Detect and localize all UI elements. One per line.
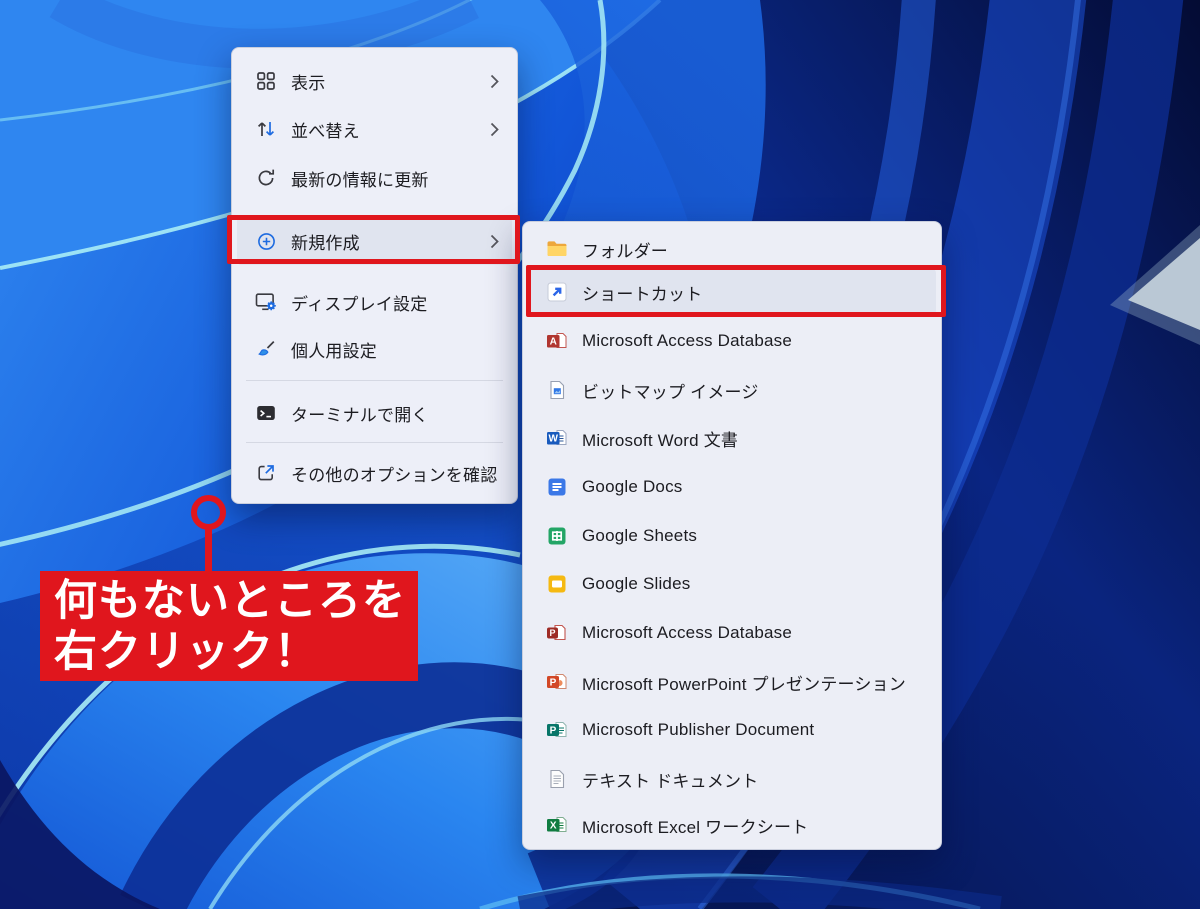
submenu-item-label: Microsoft Access Database <box>582 331 792 351</box>
menu-separator <box>246 442 503 443</box>
submenu-item-label: Google Sheets <box>582 526 697 546</box>
submenu-item-excel-worksheet[interactable]: X Microsoft Excel ワークシート <box>528 802 936 848</box>
svg-text:P: P <box>550 725 557 736</box>
menu-item-view[interactable]: 表示 <box>237 57 512 105</box>
submenu-item-google-slides[interactable]: Google Slides <box>528 561 936 607</box>
callout-pin-stem <box>205 528 212 573</box>
sort-icon <box>253 119 279 139</box>
bitmap-image-icon <box>544 380 570 400</box>
access-database-maroon-icon: P <box>544 623 570 643</box>
highlight-frame-shortcut <box>526 265 946 317</box>
submenu-item-label: Google Docs <box>582 477 682 497</box>
svg-text:X: X <box>550 821 557 832</box>
menu-item-label: 表示 <box>291 69 325 94</box>
menu-item-label: 最新の情報に更新 <box>291 166 429 191</box>
menu-item-personalize[interactable]: 個人用設定 <box>237 325 512 373</box>
submenu-item-powerpoint-presentation[interactable]: P Microsoft PowerPoint プレゼンテーション <box>528 659 936 705</box>
access-database-icon: A <box>544 331 570 351</box>
submenu-item-label: テキスト ドキュメント <box>582 767 758 792</box>
display-settings-icon <box>253 292 279 312</box>
submenu-item-label: フォルダー <box>582 237 668 262</box>
submenu-item-bitmap-image[interactable]: ビットマップ イメージ <box>528 367 936 413</box>
terminal-icon <box>253 403 279 423</box>
google-docs-icon <box>544 477 570 497</box>
highlight-frame-new <box>227 215 520 264</box>
powerpoint-icon: P <box>544 672 570 692</box>
callout-line2: 右クリック！ <box>54 627 418 678</box>
refresh-icon <box>253 168 279 188</box>
svg-text:P: P <box>550 677 557 688</box>
submenu-item-publisher-document[interactable]: P Microsoft Publisher Document <box>528 707 936 753</box>
svg-text:P: P <box>549 628 555 638</box>
callout-line1: 何もないところを <box>54 576 418 627</box>
chevron-right-icon <box>490 74 499 89</box>
submenu-item-label: Microsoft Publisher Document <box>582 720 814 740</box>
submenu-item-google-docs[interactable]: Google Docs <box>528 464 936 510</box>
menu-item-show-more-options[interactable]: その他のオプションを確認 <box>237 449 512 497</box>
svg-text:W: W <box>548 434 558 445</box>
desktop[interactable]: 表示 並べ替え 最新の情 <box>0 0 1200 909</box>
menu-item-open-terminal[interactable]: ターミナルで開く <box>237 389 512 437</box>
excel-icon: X <box>544 815 570 835</box>
callout-label: 何もないところを 右クリック！ <box>40 571 418 681</box>
menu-separator <box>246 380 503 381</box>
menu-item-label: 個人用設定 <box>291 337 377 362</box>
submenu-item-text-document[interactable]: テキスト ドキュメント <box>528 756 936 802</box>
grid-icon <box>253 71 279 91</box>
publisher-icon: P <box>544 720 570 740</box>
menu-item-label: ディスプレイ設定 <box>291 290 427 315</box>
desktop-context-menu: 表示 並べ替え 最新の情 <box>231 47 518 504</box>
svg-text:A: A <box>550 337 557 348</box>
show-more-options-icon <box>253 463 279 483</box>
personalize-icon <box>253 339 279 359</box>
text-document-icon <box>544 769 570 789</box>
menu-item-label: その他のオプションを確認 <box>291 461 497 486</box>
submenu-item-label: ビットマップ イメージ <box>582 378 759 403</box>
callout-pin-circle <box>191 495 226 530</box>
submenu-item-label: Microsoft Excel ワークシート <box>582 813 808 838</box>
google-sheets-icon <box>544 526 570 546</box>
submenu-item-access-database-2[interactable]: P Microsoft Access Database <box>528 610 936 656</box>
submenu-item-access-database[interactable]: A Microsoft Access Database <box>528 318 936 364</box>
menu-item-display-settings[interactable]: ディスプレイ設定 <box>237 278 512 326</box>
submenu-item-label: Microsoft Word 文書 <box>582 426 738 451</box>
chevron-right-icon <box>490 122 499 137</box>
submenu-item-label: Microsoft Access Database <box>582 623 792 643</box>
google-slides-icon <box>544 574 570 594</box>
submenu-item-label: Google Slides <box>582 574 690 594</box>
menu-item-label: 並べ替え <box>291 117 360 142</box>
submenu-item-label: Microsoft PowerPoint プレゼンテーション <box>582 670 906 695</box>
menu-item-sort[interactable]: 並べ替え <box>237 105 512 153</box>
menu-item-refresh[interactable]: 最新の情報に更新 <box>237 154 512 202</box>
folder-icon <box>544 240 570 258</box>
submenu-item-google-sheets[interactable]: Google Sheets <box>528 513 936 559</box>
word-document-icon: W <box>544 428 570 448</box>
submenu-item-word-document[interactable]: W Microsoft Word 文書 <box>528 415 936 461</box>
menu-item-label: ターミナルで開く <box>291 401 429 426</box>
